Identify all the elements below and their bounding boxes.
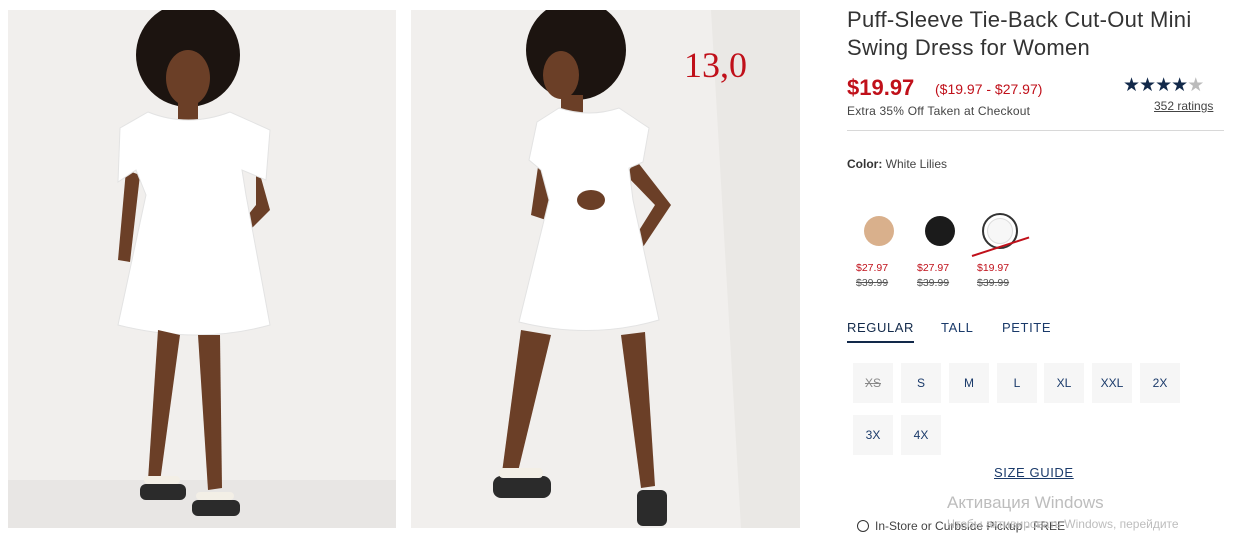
swatch-was-price: $39.99 (856, 277, 889, 289)
color-label-row: Color: White Lilies (847, 157, 947, 171)
tab-tall[interactable]: TALL (941, 320, 974, 335)
windows-activation-subtext: Чтобы активировать Windows, перейдите (947, 517, 1179, 531)
swatch-price: $27.97 (917, 262, 950, 274)
price-range: ($19.97 - $27.97) (935, 81, 1043, 97)
size-l[interactable]: L (997, 363, 1037, 403)
swatch-tan[interactable] (864, 216, 894, 246)
product-image-front[interactable] (8, 10, 396, 528)
star-icon: ★ (1171, 75, 1188, 96)
divider (847, 130, 1224, 131)
size-4x[interactable]: 4X (901, 415, 941, 455)
size-xs[interactable]: XS (853, 363, 893, 403)
star-half-icon: ★ (1187, 75, 1204, 96)
model-back-illustration (493, 10, 800, 528)
swatch-price: $19.97 (977, 262, 1010, 274)
radio-icon[interactable] (857, 520, 869, 532)
rating-stars[interactable]: ★★★★★ (1123, 74, 1204, 97)
size-xxl[interactable]: XXL (1092, 363, 1132, 403)
swatch-black[interactable] (925, 216, 955, 246)
ratings-link[interactable]: 352 ratings (1154, 99, 1213, 113)
swatch-was-price: $39.99 (917, 277, 950, 289)
size-2x[interactable]: 2X (1140, 363, 1180, 403)
star-icon: ★ (1123, 75, 1140, 96)
tab-regular[interactable]: REGULAR (847, 320, 915, 343)
size-s[interactable]: S (901, 363, 941, 403)
star-icon: ★ (1139, 75, 1156, 96)
model-front-illustration (8, 10, 396, 528)
tab-petite[interactable]: PETITE (1002, 320, 1051, 335)
promo-text: Extra 35% Off Taken at Checkout (847, 104, 1031, 118)
star-icon: ★ (1155, 75, 1172, 96)
product-title: Puff-Sleeve Tie-Back Cut-Out Mini Swing … (847, 7, 1192, 60)
swatch-was-price: $39.99 (977, 277, 1010, 289)
color-label: Color: (847, 157, 883, 171)
size-guide-link[interactable]: SIZE GUIDE (994, 465, 1074, 480)
color-value: White Lilies (885, 157, 948, 171)
size-m[interactable]: M (949, 363, 989, 403)
product-image-back[interactable]: 13,0 (411, 10, 800, 528)
sale-price: $19.97 (847, 75, 915, 100)
overlay-number: 13,0 (684, 45, 747, 85)
size-xl[interactable]: XL (1044, 363, 1084, 403)
size-3x[interactable]: 3X (853, 415, 893, 455)
windows-activation-watermark: Активация Windows (947, 493, 1104, 512)
swatch-price: $27.97 (856, 262, 889, 274)
swatch-white (987, 218, 1013, 244)
